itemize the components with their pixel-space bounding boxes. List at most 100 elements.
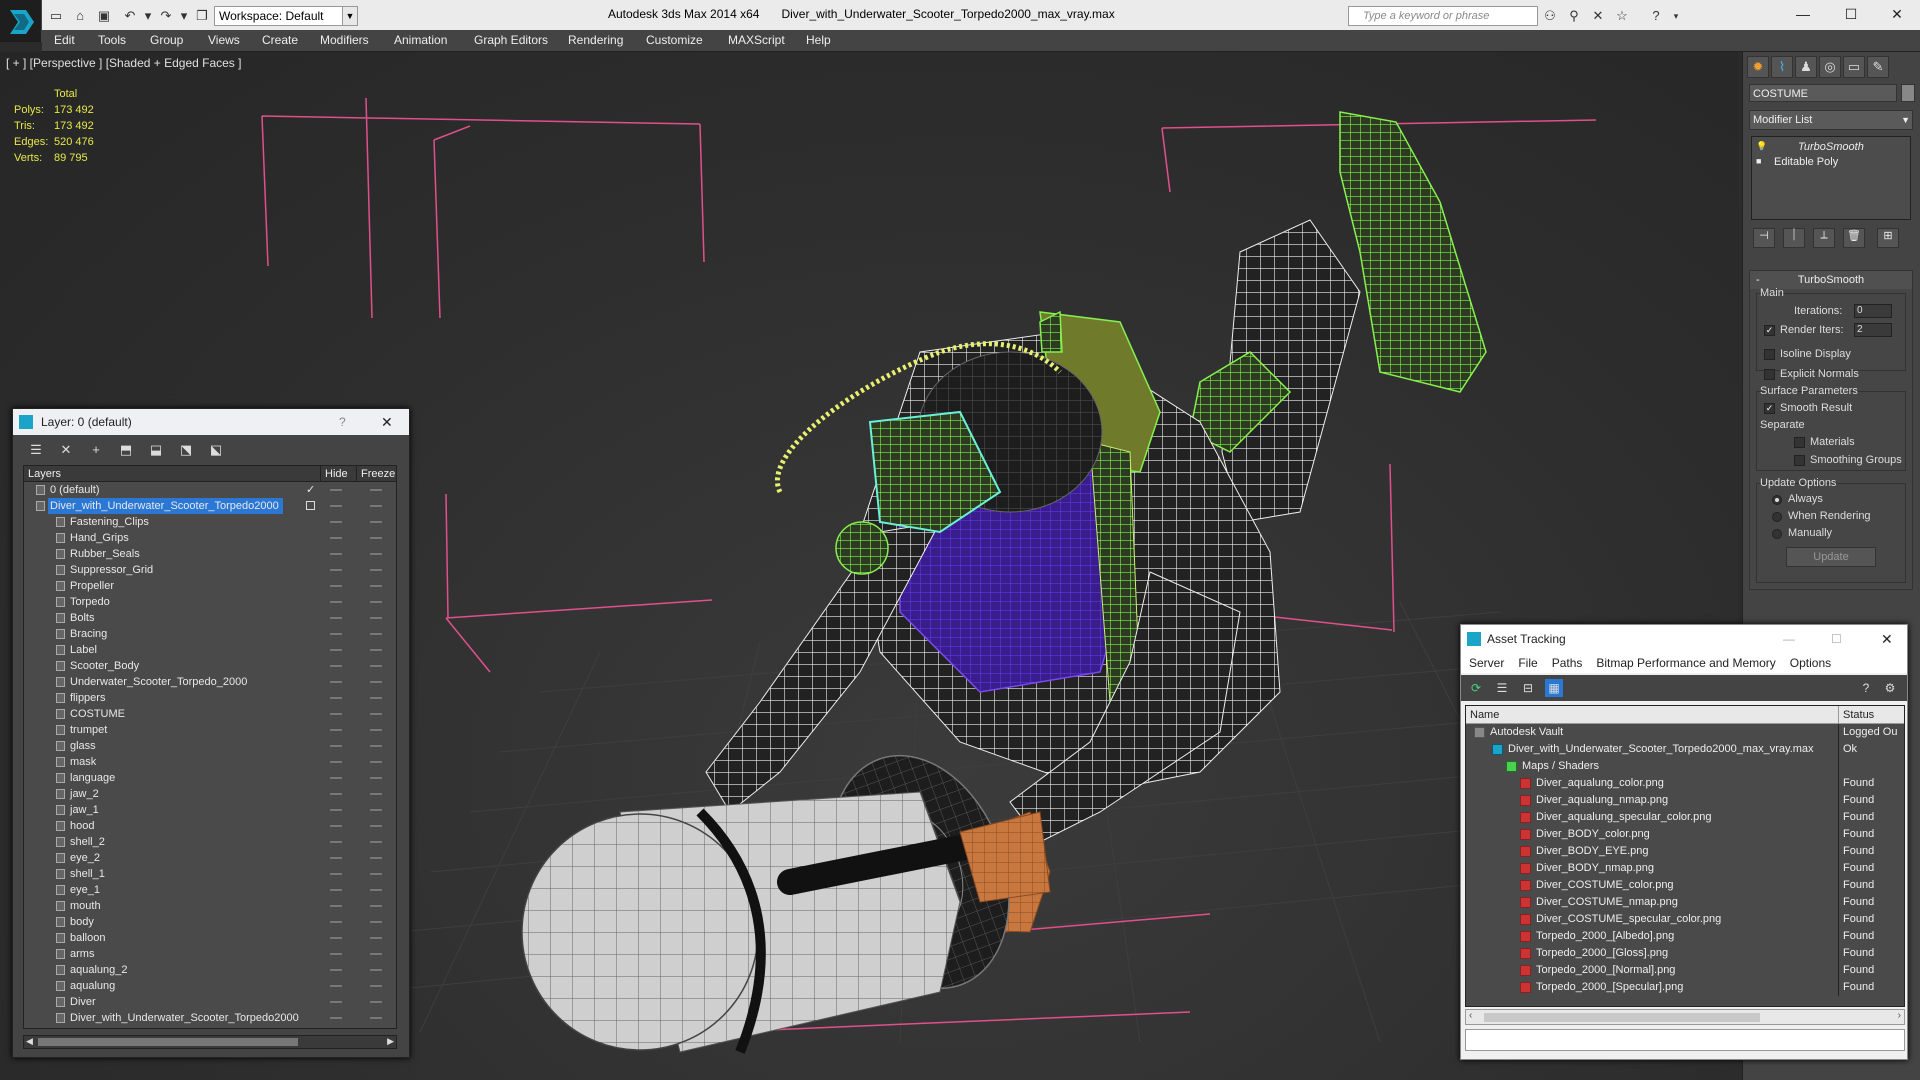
hide-toggle[interactable] bbox=[330, 985, 342, 987]
lightbulb-icon[interactable]: 💡 bbox=[1756, 141, 1767, 152]
create-layer-icon[interactable]: + bbox=[87, 441, 105, 459]
freeze-toggle[interactable] bbox=[370, 825, 382, 827]
freeze-toggle[interactable] bbox=[370, 921, 382, 923]
menu-edit[interactable]: Edit bbox=[54, 33, 75, 47]
hide-toggle[interactable] bbox=[330, 793, 342, 795]
undo-icon[interactable]: ↶ bbox=[122, 8, 138, 24]
freeze-toggle[interactable] bbox=[370, 489, 382, 491]
layer-horizontal-scrollbar[interactable]: ◀ ▶ bbox=[23, 1035, 397, 1049]
help-options-icon[interactable]: ⚙ bbox=[1881, 679, 1899, 697]
explicit-normals-checkbox[interactable] bbox=[1764, 369, 1775, 380]
layer-row[interactable]: Suppressor_Grid bbox=[24, 562, 396, 578]
layer-row[interactable]: aqualung bbox=[24, 978, 396, 994]
menu-tools[interactable]: Tools bbox=[98, 33, 126, 47]
layer-row[interactable]: Bolts bbox=[24, 610, 396, 626]
manually-radio[interactable] bbox=[1772, 529, 1782, 539]
asset-row[interactable]: Torpedo_2000_[Albedo].png Found bbox=[1466, 928, 1904, 945]
scroll-left-icon[interactable]: ◀ bbox=[26, 1036, 33, 1047]
hide-toggle[interactable] bbox=[330, 665, 342, 667]
asset-menu-server[interactable]: Server bbox=[1469, 656, 1504, 670]
freeze-toggle[interactable] bbox=[370, 889, 382, 891]
help-dropdown-icon[interactable]: ▾ bbox=[1668, 8, 1684, 24]
scrollbar-thumb[interactable] bbox=[1484, 1013, 1760, 1022]
modify-tab-icon[interactable]: ⌇ bbox=[1771, 56, 1793, 78]
modifier-list-dropdown[interactable]: Modifier List ▼ bbox=[1749, 110, 1913, 130]
asset-menu-bitmap[interactable]: Bitmap Performance and Memory bbox=[1596, 656, 1775, 670]
asset-row[interactable]: Diver_aqualung_nmap.png Found bbox=[1466, 792, 1904, 809]
hide-toggle[interactable] bbox=[330, 681, 342, 683]
hide-toggle[interactable] bbox=[330, 585, 342, 587]
asset-row[interactable]: Diver_BODY_EYE.png Found bbox=[1466, 843, 1904, 860]
layer-row[interactable]: Diver_with_Underwater_Scooter_Torpedo200… bbox=[24, 498, 396, 514]
scroll-right-icon[interactable]: ▶ bbox=[387, 1036, 394, 1047]
hide-toggle[interactable] bbox=[330, 761, 342, 763]
binoculars-icon[interactable]: ⚇ bbox=[1542, 8, 1558, 24]
layer-row[interactable]: Scooter_Body bbox=[24, 658, 396, 674]
asset-row[interactable]: Maps / Shaders bbox=[1466, 758, 1904, 775]
hide-toggle[interactable] bbox=[330, 505, 342, 507]
hide-toggle[interactable] bbox=[330, 905, 342, 907]
freeze-toggle[interactable] bbox=[370, 809, 382, 811]
menu-graph-editors[interactable]: Graph Editors bbox=[474, 33, 548, 47]
asset-row[interactable]: Torpedo_2000_[Normal].png Found bbox=[1466, 962, 1904, 979]
layer-row[interactable]: flippers bbox=[24, 690, 396, 706]
asset-row[interactable]: Autodesk Vault Logged Ou bbox=[1466, 724, 1904, 741]
layer-row[interactable]: Hand_Grips bbox=[24, 530, 396, 546]
hide-toggle[interactable] bbox=[330, 617, 342, 619]
hide-toggle[interactable] bbox=[330, 745, 342, 747]
pin-stack-icon[interactable]: ⊣ bbox=[1753, 228, 1775, 248]
hide-toggle[interactable] bbox=[330, 937, 342, 939]
stack-item-turbosmooth[interactable]: TurboSmooth bbox=[1798, 141, 1864, 153]
hide-toggle[interactable] bbox=[330, 825, 342, 827]
hide-toggle[interactable] bbox=[330, 1001, 342, 1003]
freeze-toggle[interactable] bbox=[370, 841, 382, 843]
motion-tab-icon[interactable]: ◎ bbox=[1819, 56, 1841, 78]
when-rendering-radio[interactable] bbox=[1772, 512, 1782, 522]
iterations-spinner[interactable]: 0 bbox=[1854, 304, 1892, 318]
minimize-icon[interactable]: — bbox=[1783, 625, 1795, 653]
freeze-toggle[interactable] bbox=[370, 521, 382, 523]
table-view-icon[interactable]: ▦ bbox=[1545, 679, 1563, 697]
menu-help[interactable]: Help bbox=[806, 33, 831, 47]
hide-toggle[interactable] bbox=[330, 841, 342, 843]
hide-toggle[interactable] bbox=[330, 697, 342, 699]
hide-toggle[interactable] bbox=[330, 521, 342, 523]
layer-row[interactable]: eye_1 bbox=[24, 882, 396, 898]
freeze-toggle[interactable] bbox=[370, 1017, 382, 1019]
layer-window-titlebar[interactable]: Layer: 0 (default) ? ✕ bbox=[13, 409, 409, 435]
current-layer-check-icon[interactable]: ✓ bbox=[306, 482, 315, 498]
col-layers[interactable]: Layers bbox=[28, 466, 61, 482]
asset-menu-options[interactable]: Options bbox=[1790, 656, 1831, 670]
redo-icon[interactable]: ↷ bbox=[158, 8, 174, 24]
close-icon[interactable]: ✕ bbox=[1881, 625, 1893, 653]
make-current-box-icon[interactable] bbox=[306, 501, 315, 510]
menu-maxscript[interactable]: MAXScript bbox=[728, 33, 785, 47]
asset-window-titlebar[interactable]: Asset Tracking — ☐ ✕ bbox=[1461, 625, 1907, 653]
hide-toggle[interactable] bbox=[330, 729, 342, 731]
menu-views[interactable]: Views bbox=[208, 33, 240, 47]
layer-row[interactable]: glass bbox=[24, 738, 396, 754]
expand-icon[interactable]: ■ bbox=[1756, 156, 1761, 166]
asset-row[interactable]: Diver_COSTUME_specular_color.png Found bbox=[1466, 911, 1904, 928]
hide-toggle[interactable] bbox=[330, 489, 342, 491]
hide-toggle[interactable] bbox=[330, 633, 342, 635]
hide-toggle[interactable] bbox=[330, 777, 342, 779]
col-hide[interactable]: Hide bbox=[320, 466, 356, 482]
delete-layer-icon[interactable]: ✕ bbox=[57, 441, 75, 459]
freeze-toggle[interactable] bbox=[370, 905, 382, 907]
col-freeze[interactable]: Freeze bbox=[356, 466, 396, 482]
isoline-checkbox[interactable] bbox=[1764, 349, 1775, 360]
project-folder-icon[interactable]: ❐ bbox=[194, 8, 210, 24]
freeze-toggle[interactable] bbox=[370, 697, 382, 699]
tree-view-icon[interactable]: ⊟ bbox=[1519, 679, 1537, 697]
make-unique-icon[interactable]: ⟂ bbox=[1813, 228, 1835, 248]
freeze-toggle[interactable] bbox=[370, 681, 382, 683]
materials-checkbox[interactable] bbox=[1794, 437, 1805, 448]
layer-properties-icon[interactable]: ☰ bbox=[27, 441, 45, 459]
scroll-left-icon[interactable]: ‹ bbox=[1469, 1010, 1472, 1021]
menu-create[interactable]: Create bbox=[262, 33, 298, 47]
layer-row[interactable]: Bracing bbox=[24, 626, 396, 642]
freeze-toggle[interactable] bbox=[370, 937, 382, 939]
layer-row[interactable]: hood bbox=[24, 818, 396, 834]
communication-center-icon[interactable]: ✕ bbox=[1590, 8, 1606, 24]
